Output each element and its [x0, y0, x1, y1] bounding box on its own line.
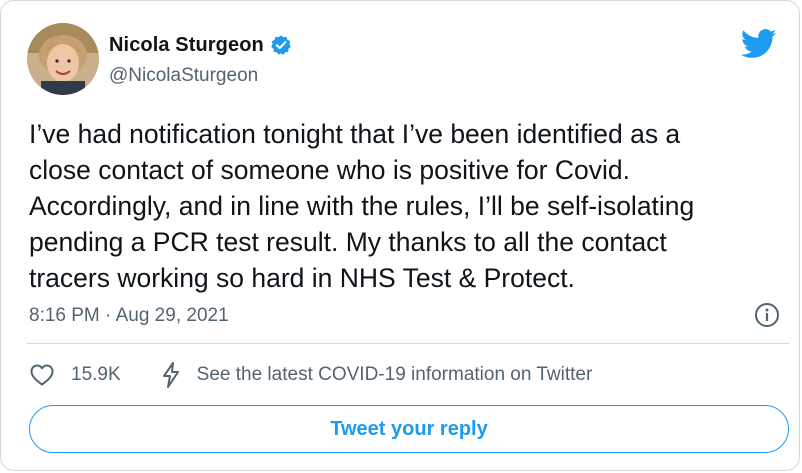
author-handle[interactable]: @NicolaSturgeon: [109, 65, 292, 87]
heart-icon[interactable]: [29, 363, 55, 387]
tweet-text: I’ve had notification tonight that I’ve …: [29, 119, 695, 293]
twitter-bird-icon[interactable]: [740, 29, 777, 59]
tweet-timestamp[interactable]: 8:16 PM · Aug 29, 2021: [29, 305, 229, 327]
name-row: Nicola Sturgeon: [109, 34, 292, 57]
covid-info-link[interactable]: See the latest COVID-19 information on T…: [197, 364, 593, 386]
avatar[interactable]: [27, 23, 99, 95]
divider: [27, 343, 789, 344]
lightning-icon[interactable]: [159, 361, 183, 389]
tweet-card: Nicola Sturgeon @NicolaSturgeon I’ve had…: [0, 0, 800, 471]
like-count[interactable]: 15.9K: [71, 364, 121, 386]
tweet-reply-button[interactable]: Tweet your reply: [29, 405, 789, 453]
author-name[interactable]: Nicola Sturgeon: [109, 34, 264, 57]
tweet-header: Nicola Sturgeon @NicolaSturgeon: [27, 23, 292, 95]
action-bar: 15.9K See the latest COVID-19 informatio…: [29, 361, 592, 389]
author-info: Nicola Sturgeon @NicolaSturgeon: [109, 34, 292, 87]
info-icon[interactable]: [753, 301, 781, 329]
verified-badge-icon: [270, 34, 292, 56]
